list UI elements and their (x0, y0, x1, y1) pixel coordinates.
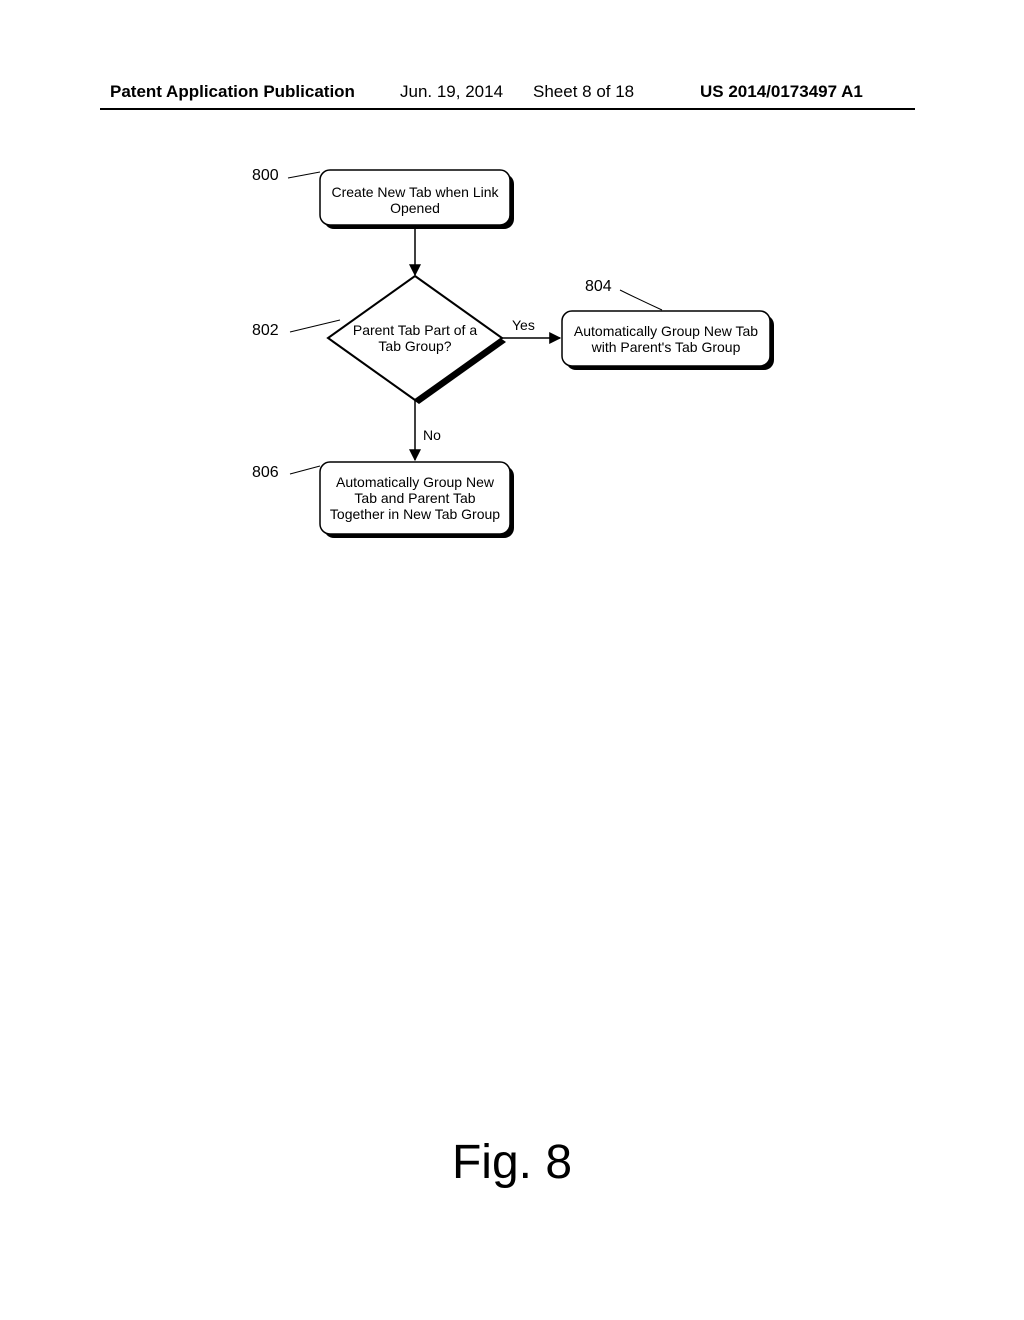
patent-figure-page: Patent Application Publication Jun. 19, … (0, 0, 1024, 1320)
leader-802 (290, 320, 340, 332)
ref-800: 800 (252, 167, 279, 185)
leader-804 (620, 290, 662, 310)
leader-800 (288, 172, 320, 178)
edge-label-yes: Yes (512, 317, 535, 333)
node-804-text: Automatically Group New Tab with Parent'… (562, 311, 770, 366)
node-806-text: Automatically Group New Tab and Parent T… (320, 462, 510, 534)
leader-806 (290, 466, 320, 474)
flowchart-svg: Create New Tab when Link Opened Parent T… (0, 0, 1024, 1320)
node-802-text: Parent Tab Part of a Tab Group? (350, 302, 480, 374)
ref-804: 804 (585, 278, 612, 296)
figure-label: Fig. 8 (0, 1135, 1024, 1190)
ref-806: 806 (252, 464, 279, 482)
edge-label-no: No (423, 427, 441, 443)
ref-802: 802 (252, 322, 279, 340)
node-800-text: Create New Tab when Link Opened (320, 172, 510, 227)
